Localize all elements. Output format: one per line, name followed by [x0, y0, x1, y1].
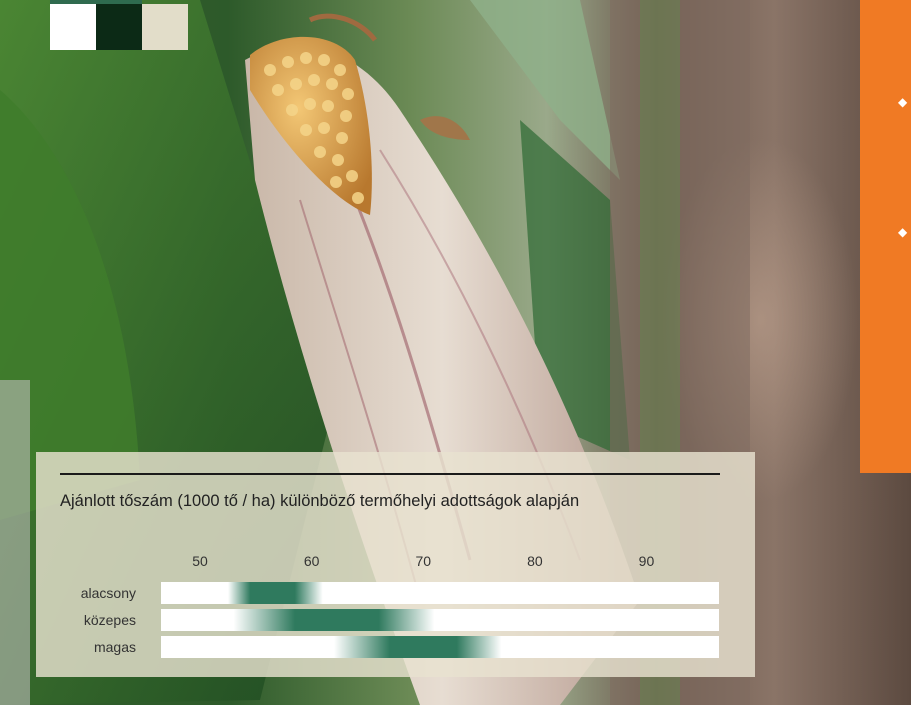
category-label: közepes	[84, 612, 136, 628]
x-tick-label: 70	[415, 553, 431, 569]
range-bar-2	[333, 636, 502, 658]
category-label: magas	[94, 639, 136, 655]
side-bullet-icon: ◆	[898, 95, 908, 109]
chart-panel: Ajánlott tőszám (1000 tő / ha) különböző…	[36, 452, 755, 677]
swatch-beige	[142, 4, 188, 50]
range-chart: 50 60 70 80 90 alacsony közepes magas	[81, 553, 719, 658]
swatch-white	[50, 4, 96, 50]
x-tick-label: 80	[527, 553, 543, 569]
x-tick-label: 90	[639, 553, 655, 569]
color-swatches	[50, 4, 188, 50]
swatch-dark-green	[96, 4, 142, 50]
side-bullet-icon: ◆	[898, 225, 908, 239]
category-label: alacsony	[81, 585, 136, 601]
x-tick-label: 60	[304, 553, 320, 569]
range-bar-1	[233, 609, 435, 631]
x-tick-label: 50	[192, 553, 208, 569]
range-bar-0	[227, 582, 323, 604]
